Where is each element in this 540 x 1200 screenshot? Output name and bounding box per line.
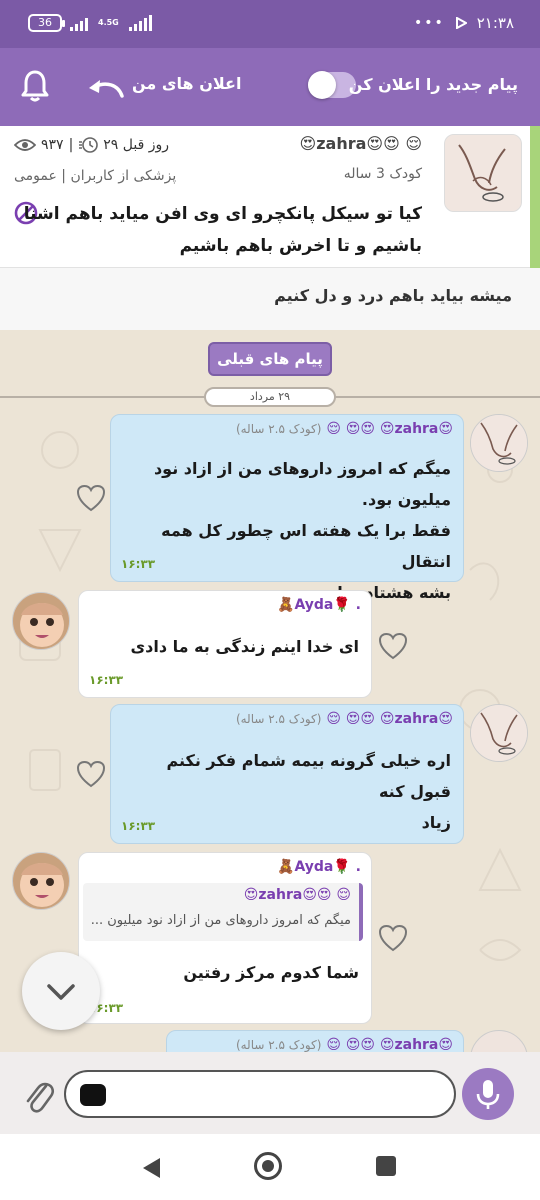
bell-icon[interactable]	[20, 68, 50, 104]
post-header: 😌 😍😍zahra😍 کودک 3 ساله ۹۳۷ | ۲۹ روز قبل …	[0, 126, 540, 268]
nav-home-icon[interactable]	[254, 1152, 282, 1180]
sender-child-age: (کودک ۲.۵ ساله)	[235, 712, 322, 726]
quoted-sender: 😌 😍😍zahra😍	[243, 887, 351, 903]
view-count: ۹۳۷	[41, 137, 64, 153]
baby-image	[13, 853, 69, 909]
status-right: ••• ۲۱:۳۸	[414, 14, 514, 32]
app-bar: اعلان های من پیام جدید را اعلان کن	[0, 48, 540, 126]
status-bar: 36 4.5G ••• ۲۱:۳۸	[0, 0, 540, 48]
sender-username: 😍zahra😍 😍😍 😌	[326, 711, 453, 727]
scroll-down-button[interactable]	[22, 952, 100, 1030]
heart-icon[interactable]	[76, 484, 106, 512]
sender-name[interactable]: 😍zahra😍 😍😍 😌 (کودک ۲.۵ ساله)	[236, 421, 453, 437]
message-bubble[interactable]: . 🌹Ayda🧸 ای خدا اینم زندگی به ما دادی ۱۶…	[78, 590, 372, 698]
previous-messages-button[interactable]: پیام های قبلی	[208, 342, 332, 376]
avatar[interactable]	[12, 852, 70, 910]
post-body: میشه بیاید باهم درد و دل کنیم	[0, 268, 540, 330]
heart-icon[interactable]	[378, 924, 408, 952]
hands-image	[471, 415, 527, 471]
sender-name[interactable]: 😍zahra😍 😍😍 😌 (کودک ۲.۵ ساله)	[236, 711, 453, 727]
message-bubble[interactable]: 😍zahra😍 😍😍 😌 (کودک ۲.۵ ساله) اره خیلی گر…	[110, 704, 464, 844]
message-time: ۱۶:۳۳	[121, 819, 156, 833]
post-body-text: میشه بیاید باهم درد و دل کنیم	[274, 286, 512, 305]
date-label: ۲۹ مرداد	[204, 387, 336, 407]
time-ago: ۲۹ روز قبل	[103, 137, 170, 153]
baby-image	[13, 593, 69, 649]
quoted-message[interactable]: 😌 😍😍zahra😍 میگم که امروز داروهای من از ا…	[83, 883, 363, 941]
clock-time: ۲۱:۳۸	[476, 14, 514, 32]
hands-image	[471, 705, 527, 761]
nav-back-icon[interactable]	[140, 1156, 162, 1180]
more-notifications-icon: •••	[413, 15, 445, 31]
sender-username: 😍zahra😍 😍😍 😌	[326, 1037, 453, 1052]
child-age: کودک 3 ساله	[343, 166, 422, 182]
heart-icon[interactable]	[378, 632, 408, 660]
hands-image	[445, 135, 521, 211]
system-nav-bar	[0, 1134, 540, 1200]
post-author-avatar[interactable]	[444, 134, 522, 212]
separator: |	[68, 137, 74, 153]
status-left: 36 4.5G	[28, 14, 152, 32]
paperclip-icon[interactable]	[22, 1076, 56, 1114]
mic-button[interactable]	[462, 1068, 514, 1120]
message-text: میگم که امروز داروهای من از ازاد نود میل…	[121, 453, 451, 608]
avatar[interactable]	[12, 592, 70, 650]
post-stats: ۹۳۷ | ۲۹ روز قبل	[14, 136, 169, 154]
message-time: ۱۶:۳۳	[121, 557, 156, 571]
message-line: میگم که امروز داروهای من از ازاد نود میل…	[153, 459, 451, 509]
post-category[interactable]: پزشکی از کاربران | عمومی	[14, 168, 176, 184]
mic-icon	[476, 1080, 500, 1109]
sender-name[interactable]: . 🌹Ayda🧸	[277, 859, 361, 875]
chevron-down-icon	[47, 984, 75, 1000]
accent-bar	[530, 126, 540, 268]
toggle-knob	[308, 71, 336, 99]
message-bubble[interactable]: 😍zahra😍 😍😍 😌 (کودک ۲.۵ ساله)	[166, 1030, 464, 1052]
sender-child-age: (کودک ۲.۵ ساله)	[235, 1038, 322, 1052]
message-time: ۱۶:۳۳	[89, 673, 124, 687]
message-bubble[interactable]: 😍zahra😍 😍😍 😌 (کودک ۲.۵ ساله) میگم که امر…	[110, 414, 464, 602]
my-notifications-link[interactable]: اعلان های من	[132, 74, 241, 93]
post-title: کیا تو سیکل پانکچرو ای وی افن میاید باهم…	[23, 204, 422, 256]
chat-area[interactable]: پیام های قبلی ۲۹ مرداد 😍zahra😍 😍😍 😌 (کود…	[0, 330, 540, 1052]
sender-username: 😍zahra😍 😍😍 😌	[326, 421, 453, 437]
signal-icon	[70, 15, 88, 31]
avatar[interactable]	[470, 704, 528, 762]
signal-icon-2	[128, 15, 152, 31]
post-author-name[interactable]: 😌 😍😍zahra😍	[300, 134, 422, 153]
message-bubble[interactable]: . 🌹Ayda🧸 😌 😍😍zahra😍 میگم که امروز داروها…	[78, 852, 372, 1024]
message-text: شما کدوم مرکز رفتین	[183, 963, 359, 982]
message-composer	[0, 1052, 540, 1134]
nav-recents-icon[interactable]	[376, 1156, 396, 1176]
sender-name[interactable]: 😍zahra😍 😍😍 😌 (کودک ۲.۵ ساله)	[236, 1037, 453, 1052]
message-input[interactable]	[64, 1070, 456, 1118]
message-line: فقط برا یک هفته اس چطور کل همه انتقال	[161, 521, 451, 571]
network-label: 4.5G	[98, 18, 119, 27]
play-icon	[455, 17, 467, 29]
back-arrow-icon[interactable]	[86, 76, 126, 100]
message-line: اره خیلی گرونه بیمه شمام فکر نکنم قبول ک…	[166, 751, 451, 801]
clock-icon	[79, 137, 99, 153]
sticker-icon[interactable]	[80, 1084, 106, 1106]
eye-icon	[14, 139, 36, 151]
sender-name[interactable]: . 🌹Ayda🧸	[277, 597, 361, 613]
message-text: اره خیلی گرونه بیمه شمام فکر نکنم قبول ک…	[121, 745, 451, 838]
sender-child-age: (کودک ۲.۵ ساله)	[235, 422, 322, 436]
message-line: زیاد	[421, 813, 451, 832]
quoted-text: میگم که امروز داروهای من از ازاد نود میل…	[90, 913, 351, 928]
avatar[interactable]	[470, 414, 528, 472]
battery-icon: 36	[28, 14, 65, 32]
heart-icon[interactable]	[76, 760, 106, 788]
message-text: ای خدا اینم زندگی به ما دادی	[130, 637, 359, 656]
notify-label: پیام جدید را اعلان کن	[348, 75, 518, 94]
